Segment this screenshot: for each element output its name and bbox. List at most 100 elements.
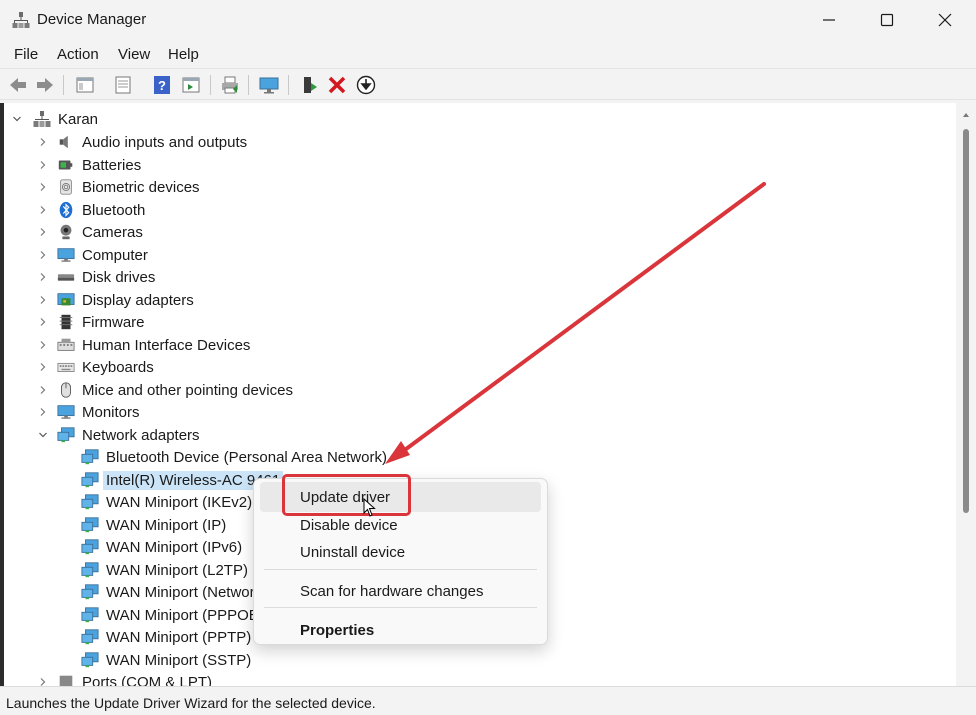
print-button[interactable]: [218, 73, 242, 97]
category-mice[interactable]: Mice and other pointing devices: [38, 379, 293, 401]
chevron-right-icon[interactable]: [38, 295, 48, 305]
category-disk-drives[interactable]: Disk drives: [38, 266, 155, 288]
category-bluetooth[interactable]: Bluetooth: [38, 199, 145, 221]
network-device-bluetooth-pan[interactable]: Bluetooth Device (Personal Area Network): [80, 446, 387, 468]
category-label: Audio inputs and outputs: [82, 133, 248, 151]
network-device-wan-ipv6[interactable]: WAN Miniport (IPv6): [80, 536, 242, 558]
chevron-right-icon[interactable]: [38, 385, 48, 395]
category-batteries[interactable]: Batteries: [38, 154, 141, 176]
disable-device-menu-item[interactable]: Disable device: [300, 517, 398, 534]
close-button[interactable]: [916, 0, 974, 40]
title-bar: Device Manager: [0, 0, 976, 40]
network-device-wan-pppoe[interactable]: WAN Miniport (PPPOE): [80, 604, 264, 626]
chevron-down-icon[interactable]: [12, 114, 22, 124]
mouse-icon: [56, 380, 76, 400]
category-ports[interactable]: Ports (COM & LPT): [38, 671, 212, 686]
chevron-right-icon[interactable]: [38, 677, 48, 686]
update-driver-button[interactable]: [297, 73, 321, 97]
network-icon: [80, 447, 100, 467]
category-display-adapters[interactable]: Display adapters: [38, 289, 194, 311]
category-biometric[interactable]: Biometric devices: [38, 176, 200, 198]
category-audio[interactable]: Audio inputs and outputs: [38, 131, 247, 153]
chevron-down-icon[interactable]: [38, 430, 48, 440]
enable-device-button[interactable]: [354, 73, 378, 97]
network-icon: [56, 425, 76, 445]
minimize-icon: [823, 19, 835, 21]
chevron-right-icon[interactable]: [38, 137, 48, 147]
help-toolbar-button[interactable]: ?: [150, 73, 174, 97]
chevron-right-icon[interactable]: [38, 272, 48, 282]
category-cameras[interactable]: Cameras: [38, 221, 143, 243]
keyboard-icon: [56, 357, 76, 377]
maximize-button[interactable]: [858, 0, 916, 40]
hid-keyboard-icon: [56, 335, 76, 355]
toolbar-separator: [248, 75, 249, 95]
chevron-right-icon[interactable]: [38, 160, 48, 170]
camera-icon: [56, 222, 76, 242]
help-icon: ?: [154, 76, 170, 94]
close-icon: [938, 13, 952, 27]
vertical-scrollbar[interactable]: [956, 103, 976, 686]
show-hide-console-tree-button[interactable]: [73, 73, 97, 97]
device-label: WAN Miniport (PPTP): [106, 628, 252, 646]
computer-tree-icon: [32, 109, 52, 129]
red-x-icon: [328, 76, 346, 94]
minimize-button[interactable]: [800, 0, 858, 40]
chevron-right-icon[interactable]: [38, 205, 48, 215]
network-device-wan-ikev2[interactable]: WAN Miniport (IKEv2): [80, 491, 252, 513]
network-device-wan-l2tp[interactable]: WAN Miniport (L2TP): [80, 559, 248, 581]
properties-toolbar-button[interactable]: [111, 73, 135, 97]
chevron-right-icon[interactable]: [38, 250, 48, 260]
uninstall-device-button[interactable]: [325, 73, 349, 97]
window-title: Device Manager: [37, 11, 147, 28]
category-firmware[interactable]: Firmware: [38, 311, 145, 333]
action-pane-button[interactable]: [179, 73, 203, 97]
category-label: Keyboards: [82, 358, 154, 376]
network-device-wan-ip[interactable]: WAN Miniport (IP): [80, 514, 226, 536]
forward-button[interactable]: [33, 73, 57, 97]
menu-view[interactable]: View: [118, 46, 150, 63]
scan-hardware-menu-item[interactable]: Scan for hardware changes: [300, 583, 483, 600]
chevron-right-icon[interactable]: [38, 340, 48, 350]
category-label: Computer: [82, 246, 148, 264]
scroll-thumb[interactable]: [963, 129, 969, 513]
properties-menu-item[interactable]: Properties: [300, 622, 374, 639]
network-device-wan-sstp[interactable]: WAN Miniport (SSTP): [80, 649, 251, 671]
category-monitors[interactable]: Monitors: [38, 401, 140, 423]
category-network-adapters[interactable]: Network adapters: [38, 424, 200, 446]
category-keyboards[interactable]: Keyboards: [38, 356, 154, 378]
scan-hardware-button[interactable]: [257, 73, 281, 97]
uninstall-device-menu-item[interactable]: Uninstall device: [300, 544, 405, 561]
menu-file[interactable]: File: [14, 46, 38, 63]
monitor-icon: [56, 245, 76, 265]
chevron-right-icon[interactable]: [38, 317, 48, 327]
category-hid[interactable]: Human Interface Devices: [38, 334, 250, 356]
chevron-right-icon[interactable]: [38, 407, 48, 417]
svg-text:?: ?: [158, 78, 166, 93]
network-icon: [80, 515, 100, 535]
menu-help[interactable]: Help: [168, 46, 199, 63]
device-label: WAN Miniport (SSTP): [106, 651, 252, 669]
menu-action[interactable]: Action: [57, 46, 99, 63]
device-manager-icon: [12, 11, 30, 29]
chevron-right-icon[interactable]: [38, 362, 48, 372]
category-label: Batteries: [82, 156, 142, 174]
category-computer[interactable]: Computer: [38, 244, 148, 266]
properties-sheet-icon: [115, 76, 131, 94]
network-icon: [80, 627, 100, 647]
scroll-up-icon[interactable]: [962, 111, 970, 119]
network-icon: [80, 470, 100, 490]
chevron-right-icon[interactable]: [38, 182, 48, 192]
status-text: Launches the Update Driver Wizard for th…: [6, 695, 376, 711]
display-adapter-icon: [56, 290, 76, 310]
tree-root-karan[interactable]: Karan: [12, 108, 98, 130]
back-button[interactable]: [6, 73, 30, 97]
back-arrow-icon: [10, 78, 26, 92]
highlight-box: [282, 474, 411, 516]
category-label: Disk drives: [82, 268, 156, 286]
network-device-wan-pptp[interactable]: WAN Miniport (PPTP): [80, 626, 251, 648]
network-icon: [80, 650, 100, 670]
mouse-cursor-icon: [363, 498, 376, 517]
chevron-right-icon[interactable]: [38, 227, 48, 237]
device-label: WAN Miniport (IP): [106, 516, 227, 534]
